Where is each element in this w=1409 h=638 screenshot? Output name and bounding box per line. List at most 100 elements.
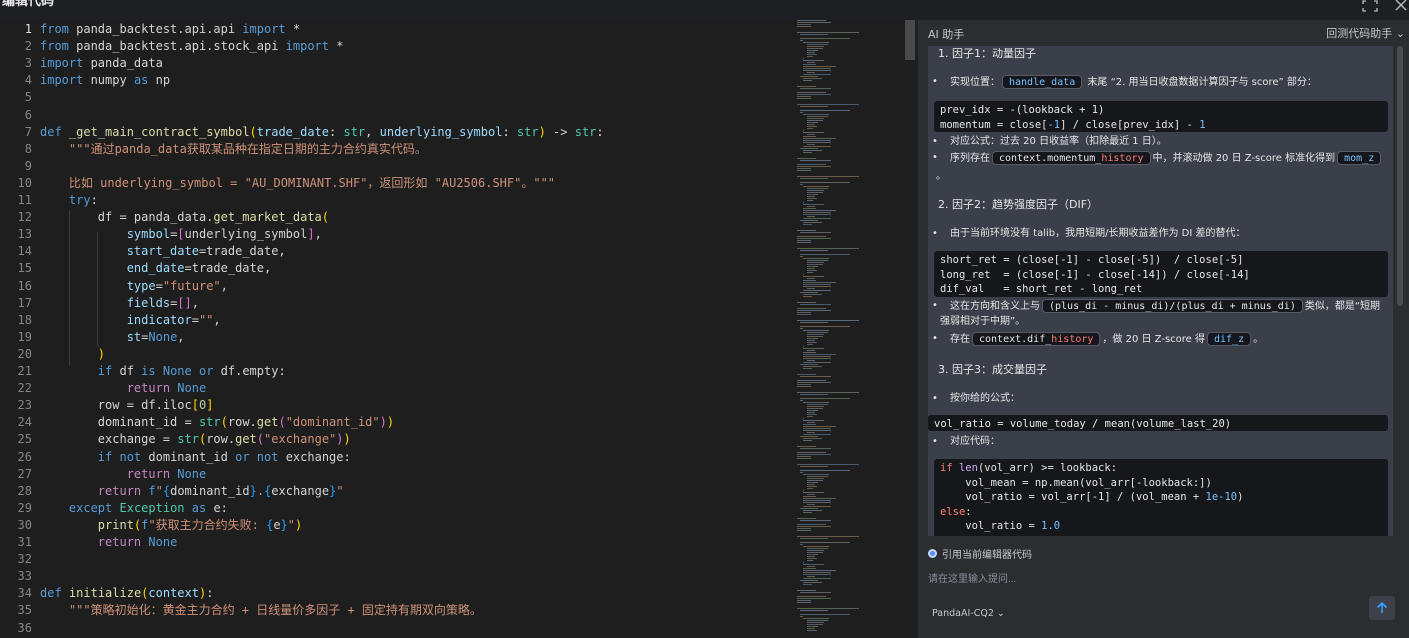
code-line[interactable]: start_date=trade_date, — [40, 243, 286, 260]
code-line[interactable]: return f"{dominant_id}.{exchange}" — [40, 483, 344, 500]
code-editor[interactable]: 1 2 3 4 5 6 7 8 9 10 11 12 13 14 15 16 17 18 19 20 21 22 23 24 2… — [0, 20, 915, 638]
minimap-line — [803, 428, 832, 429]
minimap-line — [806, 116, 829, 117]
minimap-line — [797, 374, 817, 375]
minimap-line — [797, 92, 826, 93]
line-number: 23 — [17, 398, 32, 413]
minimap-line — [803, 574, 832, 575]
code-line[interactable]: return None — [40, 380, 207, 397]
assistant-mode-dropdown[interactable]: 回测代码助手 ⌄ — [1326, 25, 1405, 41]
code-line[interactable]: ) — [40, 346, 105, 363]
minimap-line — [800, 394, 829, 395]
inline-code: mom_z — [1337, 151, 1382, 165]
minimap-line — [800, 148, 818, 149]
code-line[interactable]: def initialize(context): — [40, 585, 213, 602]
arrow-up-icon — [1376, 602, 1388, 613]
code-line[interactable]: df = panda_data.get_market_data( — [40, 209, 329, 226]
code-line[interactable]: try: — [40, 192, 98, 209]
model-select[interactable]: PandaAI-CQ2 ⌄ — [932, 608, 1005, 619]
minimap[interactable] — [793, 20, 903, 638]
chat-input[interactable] — [928, 566, 1398, 592]
code-line[interactable]: from panda_backtest.api.api import * — [40, 21, 300, 38]
editor-scrollbar[interactable] — [905, 20, 915, 638]
minimap-line — [797, 528, 811, 529]
code-line[interactable]: symbol=[underlying_symbol], — [40, 226, 322, 243]
code-line[interactable]: end_date=trade_date, — [40, 260, 272, 277]
minimap-line — [797, 530, 812, 531]
line-number: 28 — [17, 483, 32, 498]
code-line[interactable]: """策略初始化：黄金主力合约 + 日线量价多因子 + 固定持有期双向策略。 — [40, 602, 482, 619]
minimap-line — [806, 480, 823, 481]
minimap-line — [797, 96, 811, 97]
code-line[interactable]: import numpy as np — [40, 72, 170, 89]
ai-scrollbar[interactable] — [1396, 46, 1404, 551]
minimap-line — [806, 626, 818, 627]
close-icon[interactable] — [1394, 0, 1408, 12]
code-line[interactable]: """通过panda_data获取某品种在指定日期的主力合约真实代码。 — [40, 141, 427, 158]
minimap-line — [806, 410, 818, 411]
code-line[interactable]: if df is None or df.empty: — [40, 363, 286, 380]
line-number: 35 — [17, 603, 32, 618]
indent-guide — [97, 232, 98, 348]
code-line[interactable]: def _get_main_contract_symbol(trade_date… — [40, 124, 604, 141]
editor-scrollbar-thumb[interactable] — [905, 20, 915, 60]
factor1-heading: 1. 因子1：动量因子 — [938, 47, 1036, 60]
minimap-line — [800, 328, 804, 329]
minimap-line — [806, 52, 815, 53]
code-line[interactable]: return None — [40, 466, 207, 483]
minimap-line — [797, 26, 812, 27]
minimap-line — [797, 158, 817, 159]
send-button[interactable] — [1369, 596, 1395, 620]
minimap-line — [803, 212, 832, 213]
line-number: 12 — [17, 210, 32, 225]
expand-icon[interactable] — [1362, 0, 1378, 12]
minimap-line — [797, 238, 831, 239]
line-number: 20 — [17, 346, 32, 361]
chat-composer: 引用当前编辑器代码 PandaAI-CQ2 ⌄ — [918, 536, 1409, 638]
code-line[interactable]: row = df.iloc[0] — [40, 397, 214, 414]
inline-code: context.dif_history — [972, 332, 1101, 346]
minimap-line — [803, 186, 829, 187]
code-line[interactable]: from panda_backtest.api.stock_api import… — [40, 38, 343, 55]
minimap-line — [803, 64, 817, 65]
minimap-line — [806, 416, 813, 417]
list-item: 序列存在context.momentum_history中，并滚动做 20 日 … — [932, 151, 1383, 166]
code-line[interactable]: except Exception as e: — [40, 500, 228, 517]
minimap-line — [803, 202, 805, 203]
minimap-line — [800, 470, 850, 471]
minimap-line — [803, 368, 813, 369]
line-number: 24 — [17, 415, 32, 430]
ai-scrollbar-thumb[interactable] — [1397, 46, 1403, 306]
code-line[interactable]: dominant_id = str(row.get("dominant_id")… — [40, 414, 394, 431]
code-line[interactable]: exchange = str(row.get("exchange")) — [40, 431, 351, 448]
minimap-line — [803, 474, 829, 475]
list-item: 这在方向和含义上与(plus_di - minus_di)/(plus_di +… — [932, 299, 1380, 314]
code-line[interactable]: fields=[], — [40, 295, 199, 312]
minimap-line — [806, 620, 829, 621]
minimap-line — [803, 276, 825, 277]
minimap-line — [806, 422, 816, 423]
line-number: 32 — [17, 552, 32, 567]
minimap-line — [806, 482, 818, 483]
code-line[interactable]: 比如 underlying_symbol = "AU_DOMINANT.SHF"… — [40, 175, 555, 192]
minimap-line — [797, 598, 831, 599]
code-line[interactable]: import panda_data — [40, 55, 163, 72]
minimap-line — [803, 506, 831, 507]
code-line[interactable]: return None — [40, 534, 178, 551]
minimap-line — [806, 432, 816, 433]
minimap-line — [806, 576, 816, 577]
cite-editor-toggle[interactable]: 引用当前编辑器代码 — [928, 546, 1032, 561]
code-line[interactable]: print(f"获取主力合约失败: {e}") — [40, 517, 302, 534]
minimap-line — [806, 622, 825, 623]
minimap-line — [806, 624, 823, 625]
line-number: 1 — [24, 22, 32, 36]
ai-panel-header: AI 助手 回测代码助手 ⌄ — [918, 20, 1409, 46]
code-line[interactable]: indicator="", — [40, 312, 221, 329]
minimap-line — [806, 120, 823, 121]
code-line[interactable]: st=None, — [40, 329, 185, 346]
code-line[interactable]: if not dominant_id or not exchange: — [40, 449, 351, 466]
toggle-dot-icon[interactable] — [928, 549, 937, 558]
minimap-line — [797, 230, 817, 231]
minimap-line — [806, 124, 815, 125]
minimap-line — [797, 164, 826, 165]
